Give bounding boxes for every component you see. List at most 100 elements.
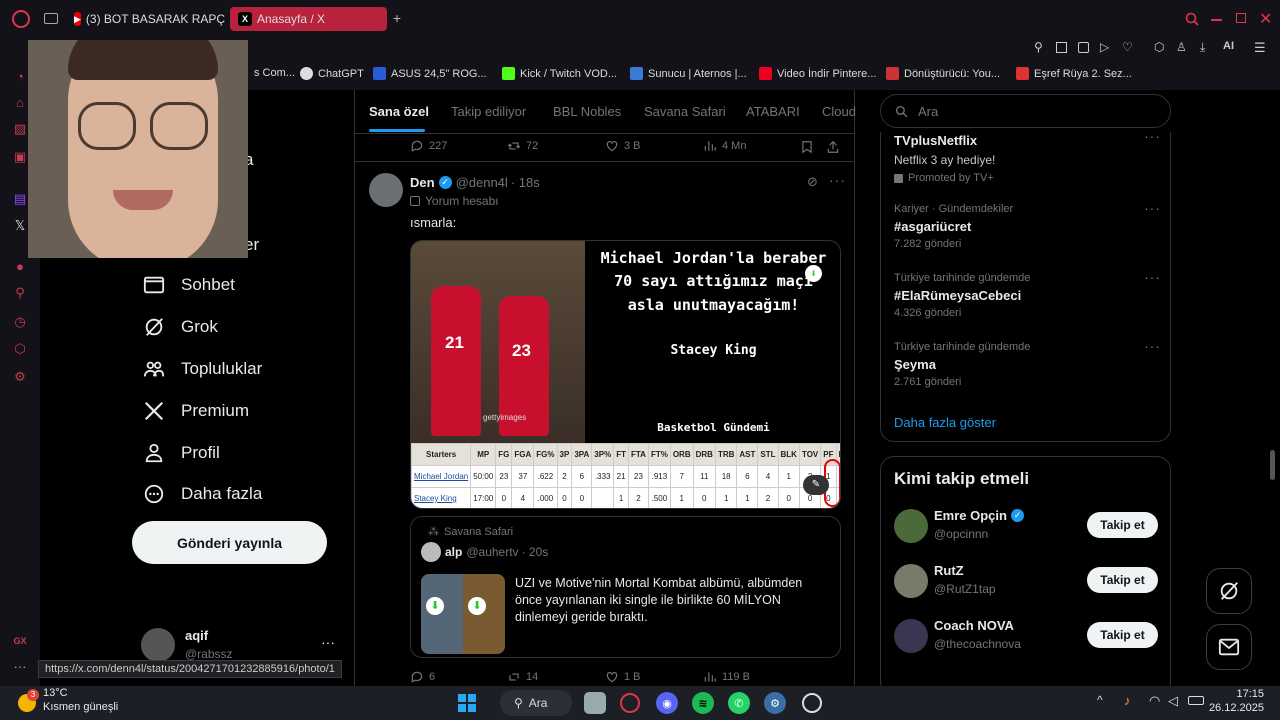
settings-icon[interactable]: ⚙ [13, 370, 27, 384]
grok-icon[interactable]: ⊘ [807, 174, 818, 190]
pin-icon[interactable]: ⚲ [1034, 40, 1043, 54]
nav-profile[interactable]: Profil [143, 439, 220, 467]
grok-floating-button[interactable] [1206, 568, 1252, 614]
search-icon[interactable] [1185, 12, 1199, 26]
more-icon[interactable]: ··· [1144, 269, 1161, 285]
download-icon[interactable]: ⤓ [1200, 40, 1205, 55]
follow-button[interactable]: Takip et [1087, 622, 1158, 648]
like-button[interactable]: 1 B [605, 670, 641, 684]
whatsapp-icon[interactable]: ✆ [728, 692, 750, 714]
download-icon[interactable]: ⬇ [426, 597, 444, 615]
maximize-icon[interactable] [1236, 13, 1246, 23]
search-input[interactable] [918, 103, 1138, 119]
profile-icon[interactable]: ♙ [1176, 40, 1187, 54]
bookmark-item[interactable]: ChatGPT [300, 67, 364, 80]
clock-time[interactable]: 17:15 [1214, 688, 1264, 700]
close-icon[interactable]: ✕ [1259, 9, 1272, 29]
nav-premium[interactable]: Premium [143, 397, 249, 425]
taskbar-search[interactable]: ⚲ Ara [500, 690, 572, 716]
nav-grok[interactable]: Grok [143, 313, 218, 341]
avatar[interactable] [894, 509, 928, 543]
reply-button[interactable]: 6 [410, 670, 435, 684]
more-icon[interactable]: ··· [321, 634, 335, 650]
tab-for-you[interactable]: Sana özel [369, 104, 429, 119]
avatar[interactable] [894, 619, 928, 653]
tray-overflow-icon[interactable]: ^ [1097, 693, 1103, 707]
pin-icon[interactable]: ⚲ [13, 286, 27, 300]
tab-list[interactable]: Savana Safari [644, 104, 726, 119]
microphone-icon[interactable]: ♪ [1124, 693, 1131, 708]
more-icon[interactable]: ··· [1144, 338, 1161, 354]
quote-time[interactable]: · 20s [522, 545, 549, 559]
spotify-icon[interactable]: ≋ [692, 692, 714, 714]
quote-thumbnail[interactable]: ⬇ ⬇ [421, 574, 505, 654]
author-handle[interactable]: @denn4l [456, 175, 508, 190]
follow-suggestion[interactable]: Coach NOVA @thecoachnova Takip et [881, 615, 1172, 665]
post-button[interactable]: Gönderi yayınla [132, 521, 327, 564]
battery-icon[interactable] [1188, 696, 1204, 705]
new-tab-button[interactable]: + [390, 11, 404, 25]
nav-more[interactable]: Daha fazla [143, 480, 262, 508]
quote-handle[interactable]: @auhertv [466, 545, 518, 559]
spotify-icon[interactable]: ● [13, 260, 27, 274]
trend-item[interactable]: TVplusNetflix Netflix 3 ay hediye! Promo… [894, 128, 1164, 191]
download-icon[interactable]: ⬇ [468, 597, 486, 615]
aria-icon[interactable]: ◔ [13, 70, 27, 84]
windows-start-icon[interactable] [456, 692, 478, 714]
tab-list[interactable]: BBL Nobles [553, 104, 621, 119]
views-button[interactable]: 119 B [703, 670, 750, 684]
avatar[interactable] [894, 564, 928, 598]
discord-icon[interactable]: ◉ [656, 692, 678, 714]
quote-author[interactable]: alp [445, 545, 462, 559]
x-logo-icon[interactable]: 𝕏 [13, 219, 27, 233]
repost-button[interactable]: 72 [507, 139, 538, 153]
bookmark-item[interactable]: Video İndir Pintere... [759, 67, 876, 80]
obs-icon[interactable] [802, 693, 822, 713]
scrollbar[interactable] [1270, 450, 1275, 480]
messages-floating-button[interactable] [1206, 624, 1252, 670]
avatar[interactable] [369, 173, 403, 207]
download-icon[interactable]: ⬇ [805, 265, 822, 282]
avatar[interactable] [421, 542, 441, 562]
more-icon[interactable]: ··· [1144, 128, 1161, 144]
views-button[interactable]: 4 Mn [703, 139, 746, 153]
show-more-link[interactable]: Daha fazla göster [894, 415, 996, 430]
clock-date[interactable]: 26.12.2025 [1206, 702, 1264, 714]
nav-chat[interactable]: Sohbet [143, 271, 235, 299]
alt-edit-icon[interactable]: ✎ [803, 475, 829, 495]
tab-list[interactable]: ATABARI [746, 104, 800, 119]
post-media[interactable]: 21 23 gettyimages Michael Jordan'la bera… [410, 240, 841, 509]
reply-button[interactable]: 227 [410, 139, 447, 153]
weather-temp[interactable]: 13°C [43, 687, 68, 699]
workspaces-icon[interactable] [44, 13, 58, 24]
menu-icon[interactable]: ☰ [1254, 40, 1266, 56]
more-icon[interactable]: ··· [829, 172, 846, 190]
quote-post[interactable]: ⁂ Savana Safari alp @auhertv · 20s ⬇ ⬇ UZ… [410, 516, 841, 658]
tab-list[interactable]: Cloud [822, 104, 856, 119]
trend-item[interactable]: Türkiye tarihinde gündemde Şeyma 2.761 g… [894, 338, 1164, 399]
shield-icon[interactable] [1078, 42, 1089, 53]
opera-gx-icon[interactable] [620, 693, 640, 713]
tab-youtube[interactable]: ▶ (3) BOT BASARAK RAPÇI [66, 7, 226, 31]
minimize-icon[interactable] [1211, 19, 1222, 21]
post[interactable]: Den ✓ @denn4l · 18s ⊘ ··· Yorum hesabı ı… [355, 163, 855, 686]
ai-button[interactable]: AI [1223, 40, 1234, 52]
search-box[interactable] [880, 94, 1171, 128]
follow-button[interactable]: Takip et [1087, 512, 1158, 538]
repost-button[interactable]: 14 [507, 670, 538, 684]
tab-following[interactable]: Takip ediliyor [451, 104, 526, 119]
file-explorer-icon[interactable] [584, 692, 606, 714]
more-icon[interactable]: ··· [13, 660, 27, 674]
snapshot-icon[interactable] [1056, 42, 1067, 53]
author-name[interactable]: Den [410, 175, 435, 190]
follow-button[interactable]: Takip et [1087, 567, 1158, 593]
tab-x-home[interactable]: X Anasayfa / X [230, 7, 387, 31]
post-time[interactable]: · 18s [511, 175, 540, 190]
bookmark-item[interactable]: Eşref Rüya 2. Sez... [1016, 67, 1132, 80]
twitch-icon[interactable]: ▤ [13, 192, 27, 206]
bookmark-icon[interactable] [800, 140, 814, 154]
follow-suggestion[interactable]: Emre Opçin ✓ @opcinnn Takip et [881, 505, 1172, 555]
bookmark-item[interactable]: Dönüştürücü: You... [886, 67, 1000, 80]
steam-icon[interactable]: ⚙ [764, 692, 786, 714]
extensions-icon[interactable]: ⬡ [13, 342, 27, 356]
